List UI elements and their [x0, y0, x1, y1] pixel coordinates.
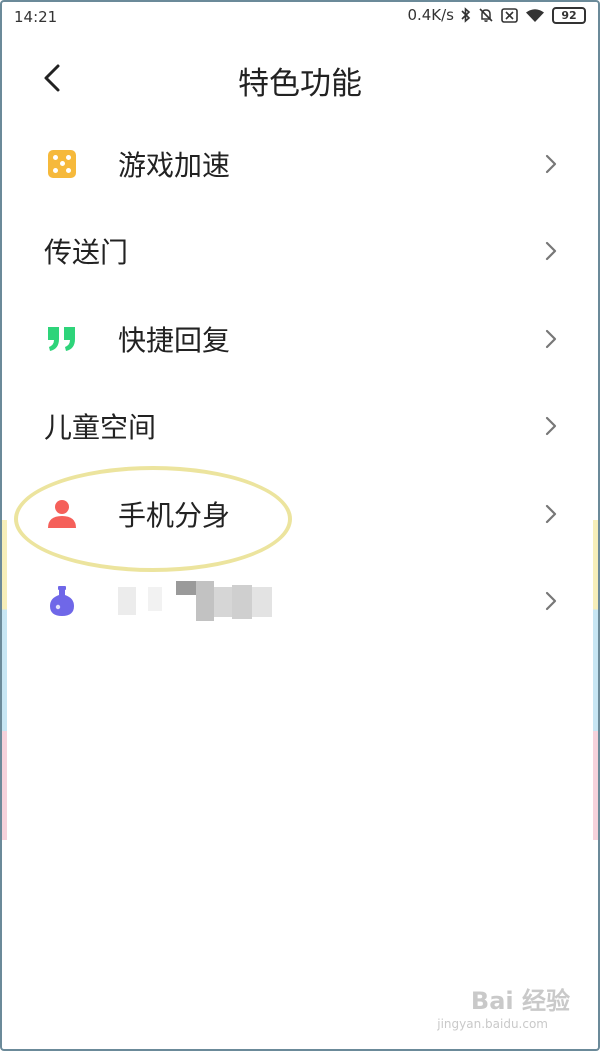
chevron-right-icon: [545, 154, 557, 173]
feature-list: 游戏加速 传送门 快捷回复 儿童空间 手机分身: [0, 120, 600, 645]
quote-icon: [46, 323, 78, 355]
menu-item-label: 传送门: [44, 236, 129, 270]
chevron-right-icon: [545, 592, 557, 611]
network-speed: 0.4K/s: [407, 6, 454, 24]
menu-item-quick-reply[interactable]: 快捷回复: [0, 295, 600, 383]
status-time: 14:21: [14, 8, 58, 26]
menu-item-label: 快捷回复: [118, 323, 231, 357]
battery-level: 92: [561, 8, 577, 22]
title-bar: 特色功能: [0, 40, 600, 116]
chevron-right-icon: [545, 242, 557, 261]
battery-icon: 92: [552, 6, 586, 24]
menu-item-lab[interactable]: [0, 558, 600, 646]
baidu-jingyan-watermark: Bai 经验 jingyan.baidu.com: [420, 981, 570, 1031]
potion-flask-icon: [46, 585, 78, 617]
status-icons: 0.4K/s 92: [407, 6, 586, 24]
menu-item-second-space[interactable]: 手机分身: [0, 470, 600, 558]
person-icon: [46, 498, 78, 530]
chevron-right-icon: [545, 417, 557, 436]
watermark-logo: Bai 经验: [470, 987, 570, 1015]
menu-item-label: 游戏加速: [118, 148, 231, 182]
sim-disabled-icon: [501, 7, 518, 23]
status-bar: 14:21 0.4K/s 92: [0, 0, 600, 34]
blurred-label: [118, 581, 273, 622]
page-title: 特色功能: [238, 66, 362, 102]
menu-item-kids-space[interactable]: 儿童空间: [0, 383, 600, 471]
watermark-url: jingyan.baidu.com: [437, 1017, 548, 1031]
menu-item-game-boost[interactable]: 游戏加速: [0, 120, 600, 208]
mute-icon: [479, 8, 493, 22]
bluetooth-icon: [461, 7, 471, 23]
menu-item-label: 手机分身: [118, 498, 231, 532]
chevron-right-icon: [545, 329, 557, 348]
chevron-right-icon: [545, 504, 557, 523]
menu-item-portal[interactable]: 传送门: [0, 208, 600, 296]
wifi-icon: [526, 8, 544, 22]
dice-icon: [46, 148, 78, 180]
menu-item-label: 儿童空间: [44, 411, 157, 445]
